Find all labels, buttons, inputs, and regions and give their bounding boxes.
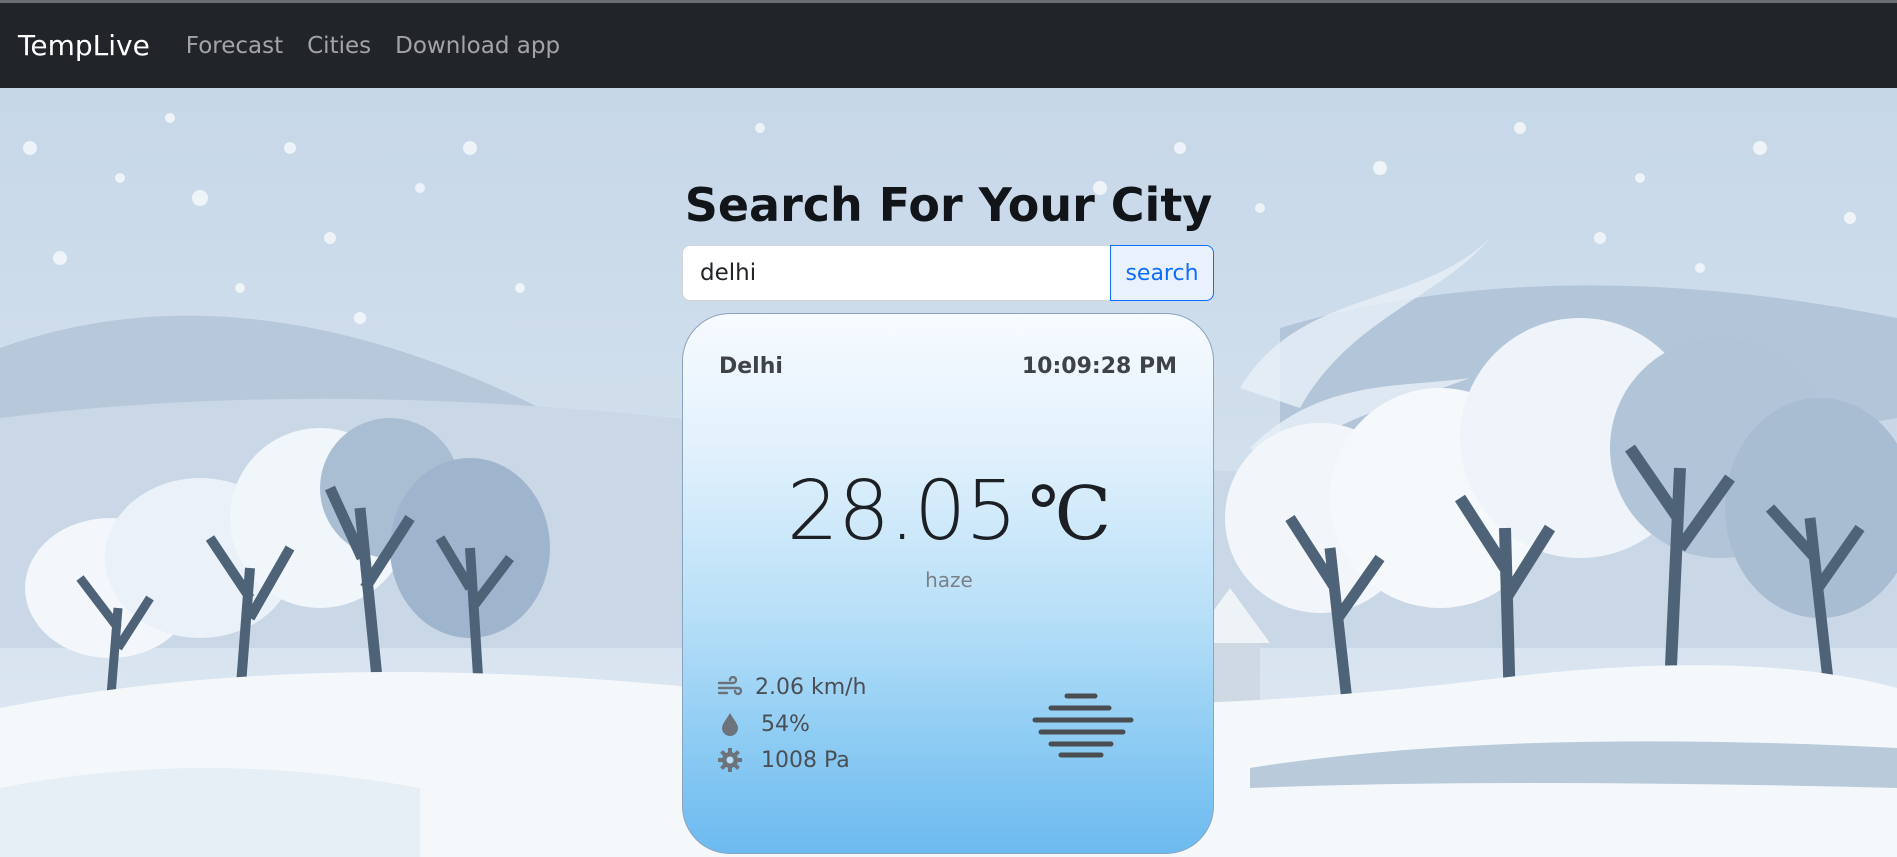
wind-stat: 2.06 km/h [717, 675, 867, 700]
wind-icon [717, 675, 743, 695]
temperature-display: 28.05 ℃ [683, 464, 1213, 559]
temperature-value: 28.05 [786, 464, 1018, 559]
navbar: TempLive Forecast Cities Download app [0, 3, 1897, 88]
page-heading: Search For Your City [684, 178, 1213, 232]
city-name: Delhi [719, 354, 783, 379]
search-bar: search [682, 245, 1214, 301]
city-search-input[interactable] [682, 245, 1110, 301]
pressure-value: 1008 Pa [761, 747, 850, 773]
search-button[interactable]: search [1110, 245, 1214, 301]
brand-link[interactable]: TempLive [18, 29, 150, 62]
nav-link-download-app[interactable]: Download app [395, 33, 560, 59]
humidity-value: 54% [761, 711, 810, 737]
wind-speed: 2.06 km/h [755, 675, 867, 700]
humidity-stat: 54% [717, 711, 810, 737]
current-time: 10:09:28 PM [1021, 354, 1177, 379]
nav-link-forecast[interactable]: Forecast [186, 33, 283, 59]
weather-card: Delhi 10:09:28 PM 28.05 ℃ haze 2.06 km/h … [682, 313, 1214, 854]
droplet-icon [722, 713, 738, 736]
weather-condition: haze [925, 568, 973, 592]
gear-icon [718, 748, 742, 772]
haze-icon [1032, 693, 1134, 758]
pressure-stat: 1008 Pa [717, 747, 850, 773]
nav-link-cities[interactable]: Cities [307, 33, 371, 59]
temperature-unit: ℃ [1028, 471, 1112, 557]
